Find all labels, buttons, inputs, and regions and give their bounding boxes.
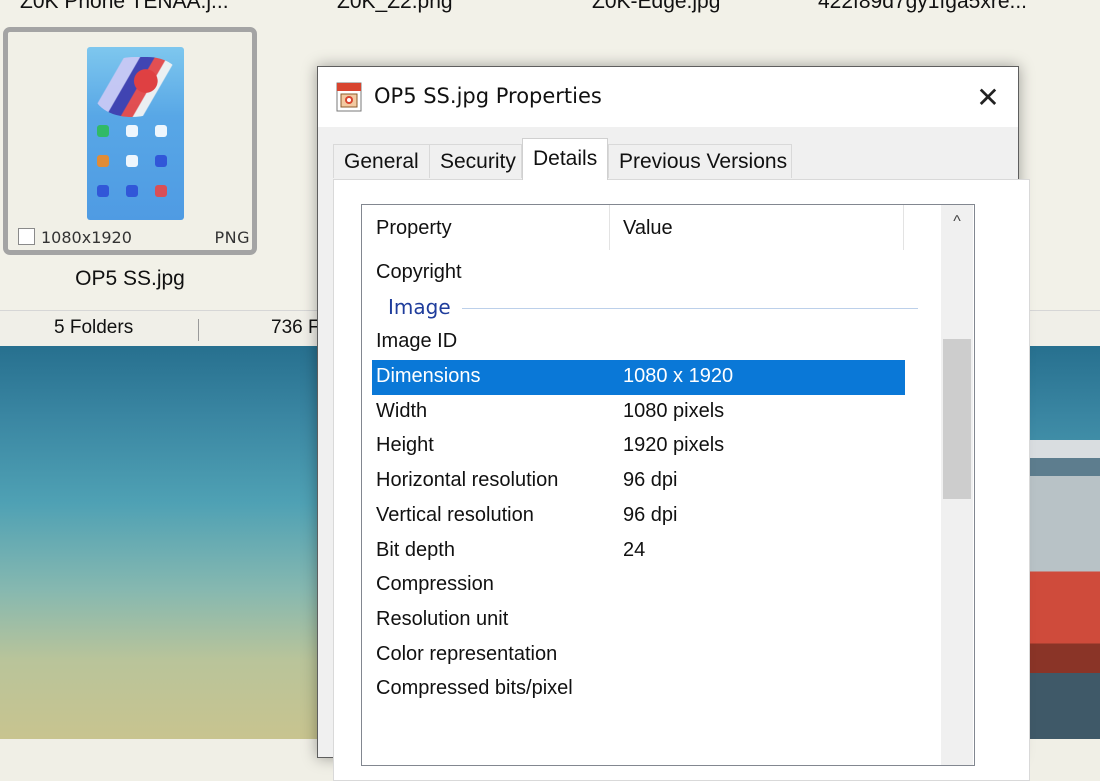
file-name[interactable]: Z0K Phone TENAA.j... [20, 0, 229, 14]
list-item-selected[interactable]: Dimensions 1080 x 1920 [372, 360, 905, 395]
property-name: Bit depth [376, 538, 455, 561]
group-divider [462, 307, 918, 309]
property-name: Dimensions [376, 365, 481, 388]
close-icon: ✕ [976, 81, 1000, 113]
thumbnail-filename[interactable]: OP5 SS.jpg [3, 267, 257, 291]
tab-previous-versions[interactable]: Previous Versions [608, 144, 792, 178]
group-label: Image [388, 294, 459, 319]
app-icon-grid [97, 125, 175, 197]
list-item[interactable]: Compressed bits/pixel [372, 672, 905, 707]
property-name: Compressed bits/pixel [376, 677, 573, 700]
properties-dialog: OP5 SS.jpg Properties ✕ General Security… [317, 66, 1030, 781]
property-value: 1080 x 1920 [623, 365, 734, 388]
tab-general[interactable]: General [333, 144, 430, 178]
list-item[interactable]: Image ID [372, 325, 905, 360]
property-name: Width [376, 399, 428, 422]
property-list: Property Value Copyright Image Image ID … [361, 204, 975, 766]
thumbnail-meta: 1080x1920 PNG [18, 228, 250, 247]
list-header: Property Value [362, 205, 942, 250]
column-header-property[interactable]: Property [376, 217, 452, 240]
status-separator [198, 319, 199, 341]
file-name[interactable]: 422f89d7gy1fga5xre... [818, 0, 1027, 14]
column-divider[interactable] [609, 205, 610, 250]
column-divider[interactable] [903, 205, 904, 250]
tab-security[interactable]: Security [429, 144, 522, 178]
image-file-icon [336, 82, 362, 112]
dialog-body: General Security Details Previous Versio… [318, 127, 1030, 781]
top-filename-row: Z0K Phone TENAA.j... Z0K_Z2.png Z0K-Edge… [0, 0, 1100, 16]
file-name[interactable]: Z0K-Edge.jpg [592, 0, 720, 14]
file-name[interactable]: Z0K_Z2.png [337, 0, 453, 14]
scrollbar-thumb[interactable] [943, 339, 971, 499]
group-header-image: Image [372, 291, 918, 326]
wallpaper-art [93, 57, 181, 117]
property-value: 1080 pixels [623, 399, 725, 422]
list-item[interactable]: Color representation [372, 638, 905, 673]
property-value: 96 dpi [623, 503, 678, 526]
folder-count: 5 Folders [54, 317, 134, 338]
column-header-value[interactable]: Value [623, 217, 673, 240]
list-item[interactable]: Width 1080 pixels [372, 395, 905, 430]
tab-details[interactable]: Details [522, 138, 608, 180]
list-item[interactable]: Vertical resolution 96 dpi [372, 499, 905, 534]
property-name: Horizontal resolution [376, 469, 559, 492]
property-name: Image ID [376, 330, 458, 353]
list-item[interactable]: Bit depth 24 [372, 534, 905, 569]
property-name: Copyright [376, 261, 462, 283]
select-checkbox[interactable] [18, 228, 35, 245]
property-name: Height [376, 434, 434, 457]
list-item[interactable]: Height 1920 pixels [372, 429, 905, 464]
vertical-scrollbar[interactable]: ^ [941, 205, 973, 765]
property-rows: Copyright Image Image ID Dimensions 1080… [362, 256, 942, 707]
list-item[interactable]: Compression [372, 568, 905, 603]
property-value: 1920 pixels [623, 434, 725, 457]
file-count: 736 F [271, 317, 320, 338]
list-item[interactable]: Copyright [372, 256, 905, 291]
list-item[interactable]: Resolution unit [372, 603, 905, 638]
dialog-titlebar[interactable]: OP5 SS.jpg Properties ✕ [318, 67, 1018, 127]
details-panel: Property Value Copyright Image Image ID … [333, 179, 1030, 781]
phone-screenshot-preview [87, 47, 184, 220]
thumb-dimensions: 1080x1920 [41, 228, 132, 247]
file-thumbnail-selected[interactable]: 1080x1920 PNG [3, 27, 257, 255]
property-name: Resolution unit [376, 607, 509, 630]
thumb-format: PNG [214, 228, 250, 247]
property-name: Compression [376, 573, 494, 596]
property-value: 96 dpi [623, 469, 678, 492]
dialog-title: OP5 SS.jpg Properties [374, 84, 602, 108]
property-value: 24 [623, 538, 646, 561]
property-name: Vertical resolution [376, 503, 534, 526]
close-button[interactable]: ✕ [966, 75, 1010, 119]
property-name: Color representation [376, 642, 558, 665]
list-item[interactable]: Horizontal resolution 96 dpi [372, 464, 905, 499]
scroll-up-icon[interactable]: ^ [941, 213, 973, 235]
